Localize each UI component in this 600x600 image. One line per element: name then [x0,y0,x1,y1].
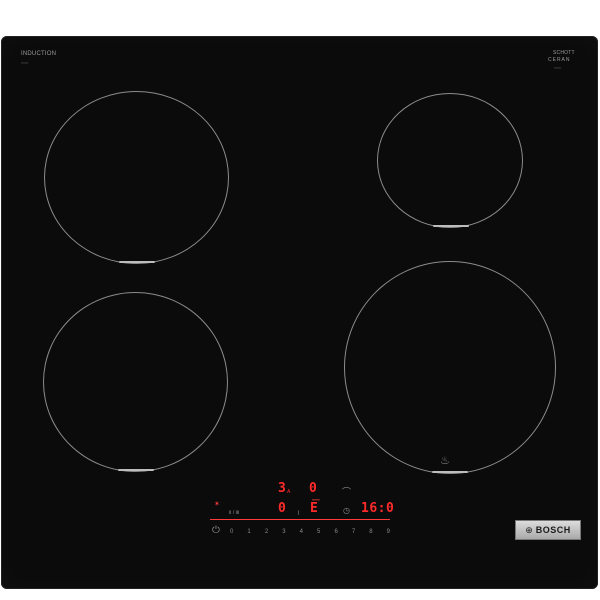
hold-icon[interactable]: ⌇ [297,510,300,517]
heat-indicator-icon: ▁▁ [312,495,320,501]
zone-marker-bottom-left [118,469,154,471]
power-level-scale[interactable]: 0 1 2 3 4 5 6 7 8 9 [230,527,390,537]
level-0[interactable]: 0 [230,529,233,535]
bosch-brand-text: BOSCH [535,525,571,535]
level-9[interactable]: 9 [387,529,390,535]
power-icon[interactable]: ⏻ [212,525,220,536]
power-slider-track[interactable] [210,519,390,520]
level-5[interactable]: 5 [317,529,320,535]
flame-icon: ✶ [214,501,220,508]
level-6[interactable]: 6 [334,529,337,535]
boost-label[interactable]: Ⅱ / Ⅲ [229,510,239,516]
level-2[interactable]: 2 [265,529,268,535]
induction-label: INDUCTION [21,51,57,57]
display-bottom-mid-digit: E [310,501,319,516]
induction-sublabel-mark: ━━━━ [21,61,29,65]
induction-cooktop: INDUCTION ━━━━ SCHOTT CERAN ━━━━ ♨ ✶ 3 A… [1,36,598,589]
zone-marker-bottom-right [432,471,468,473]
display-top-left-suffix: A [287,489,291,495]
schott-label: SCHOTT [553,50,575,56]
cooking-zone-top-left[interactable] [44,91,229,264]
display-top-left-digit: 3 [278,481,287,496]
pan-detect-icon: ⌒ [342,487,352,497]
zone-marker-top-left [119,261,155,263]
bosch-logo-icon: ⊕ [525,524,533,535]
pan-icon: ♨ [440,455,450,467]
bosch-badge: ⊕ BOSCH [515,520,581,540]
ceran-sublabel-mark: ━━━━ [554,66,562,70]
level-8[interactable]: 8 [369,529,372,535]
timer-icon[interactable]: ◷ [343,506,350,515]
display-bottom-left-digit: 0 [278,501,287,516]
cooking-zone-bottom-right[interactable] [344,261,556,474]
level-4[interactable]: 4 [300,529,303,535]
display-top-right-digit: 0 [309,481,318,496]
ceran-label: CERAN [548,57,571,63]
level-3[interactable]: 3 [282,529,285,535]
cooking-zone-top-right[interactable] [377,93,523,228]
timer-display: 16:0 [361,501,395,516]
level-1[interactable]: 1 [247,529,250,535]
zone-marker-top-right [433,225,469,227]
cooking-zone-bottom-left[interactable] [43,292,228,472]
level-7[interactable]: 7 [352,529,355,535]
